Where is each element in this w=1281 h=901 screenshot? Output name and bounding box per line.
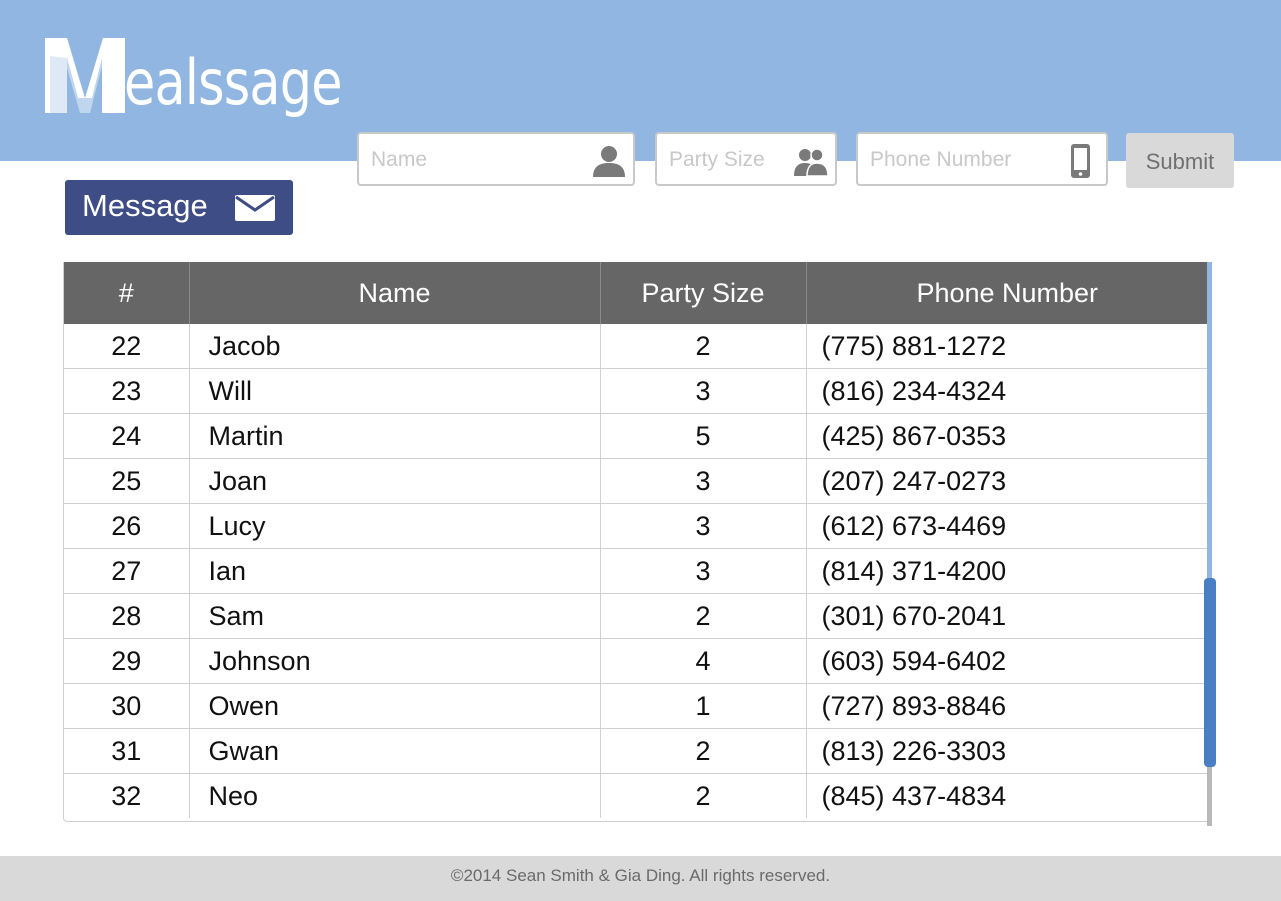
name-cell: Joan: [189, 458, 601, 504]
row-number-cell: 30: [64, 683, 190, 729]
party-size-input[interactable]: [667, 144, 796, 176]
copyright-text: ©2014 Sean Smith & Gia Ding. All rights …: [450, 866, 831, 885]
table-row[interactable]: 28 Sam 2 (301) 670-2041: [64, 593, 1208, 639]
row-number-cell: 22: [64, 324, 190, 369]
name-cell: Neo: [189, 773, 601, 818]
phone-number-cell: (775) 881-1272: [806, 324, 1208, 369]
column-header-phone-number[interactable]: Phone Number: [806, 262, 1208, 324]
phone-number-cell: (816) 234-4324: [806, 368, 1208, 414]
name-input[interactable]: [369, 144, 565, 176]
table-row[interactable]: 24 Martin 5 (425) 867-0353: [64, 413, 1208, 459]
row-number-cell: 28: [64, 593, 190, 639]
row-number-cell: 31: [64, 728, 190, 774]
party-size-cell: 2: [600, 593, 807, 639]
phone-number-cell: (612) 673-4469: [806, 503, 1208, 549]
footer: ©2014 Sean Smith & Gia Ding. All rights …: [0, 856, 1281, 901]
group-icon: [794, 148, 829, 177]
phone-number-cell: (425) 867-0353: [806, 413, 1208, 459]
column-header-party-size[interactable]: Party Size: [600, 262, 807, 324]
phone-number-input[interactable]: [868, 144, 1046, 176]
table-row[interactable]: 22 Jacob 2 (775) 881-1272: [64, 324, 1208, 369]
mobile-phone-icon: [1071, 144, 1090, 178]
row-number-cell: 27: [64, 548, 190, 594]
row-number-cell: 24: [64, 413, 190, 459]
party-size-cell: 2: [600, 773, 807, 818]
phone-number-cell: (813) 226-3303: [806, 728, 1208, 774]
name-field[interactable]: [357, 132, 635, 186]
row-number-cell: 25: [64, 458, 190, 504]
name-cell: Lucy: [189, 503, 601, 549]
name-cell: Martin: [189, 413, 601, 459]
scrollbar-track-lower[interactable]: [1207, 766, 1212, 826]
table-row[interactable]: 23 Will 3 (816) 234-4324: [64, 368, 1208, 414]
phone-number-cell: (603) 594-6402: [806, 638, 1208, 684]
table-row[interactable]: 27 Ian 3 (814) 371-4200: [64, 548, 1208, 594]
phone-number-cell: (814) 371-4200: [806, 548, 1208, 594]
table-row[interactable]: 31 Gwan 2 (813) 226-3303: [64, 728, 1208, 774]
phone-number-cell: (301) 670-2041: [806, 593, 1208, 639]
party-size-cell: 3: [600, 503, 807, 549]
table-row[interactable]: 25 Joan 3 (207) 247-0273: [64, 458, 1208, 504]
party-size-cell: 1: [600, 683, 807, 729]
reservations-table: # Name Party Size Phone Number 22 Jacob 2(…: [63, 262, 1209, 822]
party-size-cell: 5: [600, 413, 807, 459]
name-cell: Sam: [189, 593, 601, 639]
phone-number-cell: (845) 437-4834: [821, 781, 1007, 811]
name-cell: Owen: [189, 683, 601, 729]
phone-number-field[interactable]: [856, 132, 1108, 186]
phone-number-cell: (727) 893-8846: [806, 683, 1208, 729]
party-size-field[interactable]: [655, 132, 837, 186]
table-row[interactable]: 26 Lucy 3 (612) 673-4469: [64, 503, 1208, 549]
row-number-cell: 29: [64, 638, 190, 684]
row-number-cell: 26: [64, 503, 190, 549]
user-icon: [593, 146, 625, 177]
party-size-cell: 2: [600, 728, 807, 774]
table-row[interactable]: 29 Johnson 4 (603) 594-6402: [64, 638, 1208, 684]
phone-number-cell: (207) 247-0273: [806, 458, 1208, 504]
message-button-label: Message: [82, 188, 208, 223]
party-size-cell: 4: [600, 638, 807, 684]
column-header-name[interactable]: Name: [189, 262, 601, 324]
logo-text: ealssage: [124, 46, 343, 119]
party-size-cell: 3: [600, 368, 807, 414]
submit-button[interactable]: Submit: [1126, 133, 1234, 188]
name-cell: Ian: [189, 548, 601, 594]
name-cell: Johnson: [189, 638, 601, 684]
message-button[interactable]: Message: [65, 180, 293, 235]
column-header-number[interactable]: #: [64, 262, 190, 324]
scrollbar-thumb[interactable]: [1204, 578, 1216, 767]
party-size-cell: 2: [600, 324, 807, 369]
envelope-icon: [235, 195, 275, 221]
party-size-cell: 3: [600, 548, 807, 594]
mealssage-logo: ealssage: [45, 30, 345, 130]
table-header-row: # Name Party Size Phone Number: [64, 262, 1208, 324]
row-number-cell: 32: [64, 773, 190, 818]
name-cell: Will: [189, 368, 601, 414]
party-size-cell: 3: [600, 458, 807, 504]
table-row[interactable]: 32 Neo 2 (845) 437-4834: [64, 773, 1208, 818]
logo-m-mark: [45, 38, 125, 113]
row-number-cell: 23: [64, 368, 190, 414]
name-cell: Gwan: [189, 728, 601, 774]
name-cell: Jacob: [189, 324, 601, 369]
table-row[interactable]: 30 Owen 1 (727) 893-8846: [64, 683, 1208, 729]
